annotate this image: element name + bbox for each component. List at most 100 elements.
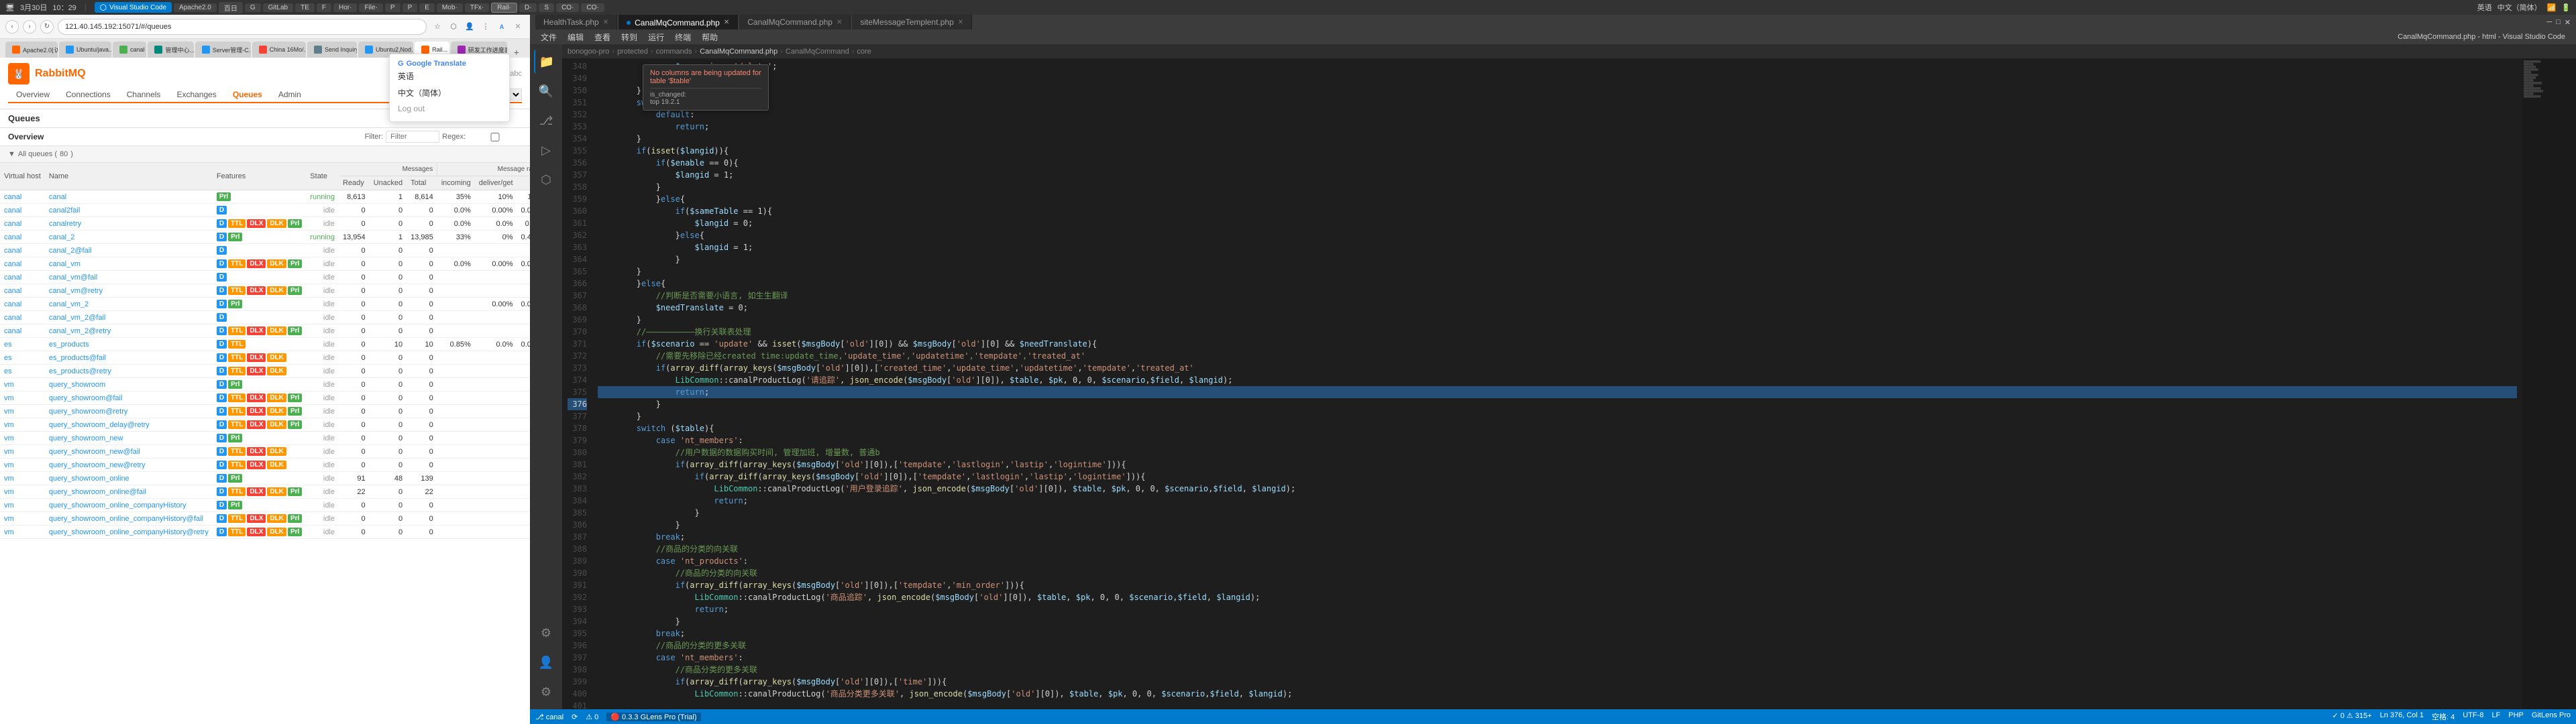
regex-checkbox[interactable]: [468, 133, 522, 141]
tab-apache[interactable]: Apache2.0⌊访: [5, 42, 58, 58]
tab-canal2-close[interactable]: ✕: [837, 19, 842, 26]
breadcrumb-commands[interactable]: commands: [656, 48, 692, 56]
status-gitlens[interactable]: 🔴 0.3.3 GLens Pro (Trial): [606, 713, 700, 721]
taskbar-item6[interactable]: Hor·: [333, 3, 357, 12]
taskbar-item1[interactable]: 百日: [219, 2, 243, 13]
nav-queues[interactable]: Queues: [225, 87, 270, 103]
close-icon[interactable]: ✕: [511, 20, 525, 34]
cell-name[interactable]: canal_vm@fail: [45, 271, 213, 284]
tab-manager[interactable]: 管理中心...: [148, 42, 193, 58]
lang-zh[interactable]: 中文（简体）: [2498, 2, 2542, 13]
taskbar-item3[interactable]: GitLab: [263, 3, 293, 12]
table-row[interactable]: vm query_showroom_online@fail D TTL DLX …: [0, 485, 530, 499]
maximize-button[interactable]: □: [2556, 18, 2561, 26]
tab-sitemessage[interactable]: siteMessageTemplent.php ✕: [852, 15, 972, 29]
table-row[interactable]: canal canal_vm_2@fail D idle 0 0 0: [0, 311, 530, 324]
cell-name[interactable]: es_products@retry: [45, 365, 213, 378]
tab-sitemessage-close[interactable]: ✕: [958, 19, 963, 26]
table-row[interactable]: es es_products@retry D TTL DLX DLK idle …: [0, 365, 530, 378]
remote-icon[interactable]: ⚙: [534, 621, 558, 645]
close-window-button[interactable]: ✕: [2565, 18, 2571, 27]
nav-connections[interactable]: Connections: [58, 87, 119, 103]
run-debug-icon[interactable]: ▷: [534, 138, 558, 162]
breadcrumb-protected[interactable]: protected: [617, 48, 648, 56]
cell-name[interactable]: query_showroom_online@fail: [45, 485, 213, 499]
tab-health[interactable]: HealthTask.php ✕: [535, 15, 617, 29]
status-errors[interactable]: ⚠ 0: [586, 713, 598, 721]
taskbar-item2[interactable]: G: [245, 3, 261, 12]
table-row[interactable]: es es_products@fail D TTL DLX DLK idle 0…: [0, 351, 530, 365]
table-row[interactable]: vm query_showroom_delay@retry D TTL DLX …: [0, 418, 530, 432]
tab-canal-close[interactable]: ✕: [724, 19, 729, 26]
table-row[interactable]: canal canal_vm_2@retry D TTL DLX DLK Prl…: [0, 324, 530, 338]
taskbar-item13[interactable]: D·: [519, 3, 537, 12]
all-queues-header[interactable]: ▼ All queues (80): [0, 146, 530, 163]
cell-name[interactable]: query_showroom_online: [45, 472, 213, 485]
extensions-icon[interactable]: ⬡: [447, 20, 460, 34]
cell-name[interactable]: canal_vm_2@fail: [45, 311, 213, 324]
code-content[interactable]: $scenario = 'delete'; } } switch ($langi…: [592, 59, 2522, 709]
cell-name[interactable]: query_showroom@retry: [45, 405, 213, 418]
menu-edit[interactable]: 编辑: [562, 29, 589, 44]
status-ln-col[interactable]: Ln 376, Col 1: [2380, 711, 2424, 722]
menu-view[interactable]: 查看: [589, 29, 616, 44]
menu-help[interactable]: 帮助: [696, 29, 723, 44]
cell-name[interactable]: canal_vm@retry: [45, 284, 213, 298]
new-tab-button[interactable]: +: [508, 47, 525, 58]
tab-canal[interactable]: canal: [113, 42, 146, 58]
settings-icon[interactable]: ⚙: [534, 680, 558, 704]
table-row[interactable]: canal canal2fail D idle 0 0 0 0.0% 0.00%…: [0, 204, 530, 217]
breadcrumb-method[interactable]: core: [857, 48, 871, 56]
menu-file[interactable]: 文件: [535, 29, 562, 44]
status-branch[interactable]: ⎇ canal: [535, 713, 564, 721]
menu-run[interactable]: 运行: [643, 29, 669, 44]
translate-item-en[interactable]: 英语: [398, 68, 501, 84]
cell-name[interactable]: query_showroom_new: [45, 432, 213, 445]
accounts-icon[interactable]: 👤: [534, 650, 558, 674]
cell-name[interactable]: query_showroom_online_companyHistory@fai…: [45, 512, 213, 526]
taskbar-item14[interactable]: S: [539, 3, 554, 12]
cell-name[interactable]: canal_2: [45, 231, 213, 244]
table-row[interactable]: canal canal_vm@fail D idle 0 0 0: [0, 271, 530, 284]
tab-ubuntu[interactable]: Ubuntu/java...: [59, 42, 111, 58]
forward-button[interactable]: ›: [23, 20, 36, 34]
table-row[interactable]: canal canal_vm@retry D TTL DLX DLK Prl i…: [0, 284, 530, 298]
table-row[interactable]: vm query_showroom_online_companyHistory@…: [0, 512, 530, 526]
cell-name[interactable]: query_showroom_delay@retry: [45, 418, 213, 432]
search-icon[interactable]: 🔍: [534, 79, 558, 103]
tab-server[interactable]: Server管理-C...: [195, 42, 251, 58]
table-row[interactable]: canal canalretry D TTL DLX DLK Prl idle …: [0, 217, 530, 231]
breadcrumb-bonogoo[interactable]: bonogoo-pro: [568, 48, 609, 56]
table-row[interactable]: canal canal_vm_2 D Prl idle 0 0 0 0.00% …: [0, 298, 530, 311]
reload-button[interactable]: ↻: [40, 20, 54, 34]
bookmark-icon[interactable]: ☆: [431, 20, 444, 34]
cell-name[interactable]: query_showroom@fail: [45, 391, 213, 405]
os-app-icon[interactable]: 🖥: [5, 3, 15, 12]
explorer-icon[interactable]: 📁: [534, 50, 558, 74]
tab-china[interactable]: China 16Mo/...: [252, 42, 306, 58]
minimize-button[interactable]: ─: [2546, 18, 2552, 26]
table-row[interactable]: vm query_showroom_new D Prl idle 0 0 0: [0, 432, 530, 445]
cell-name[interactable]: canal_vm_2@retry: [45, 324, 213, 338]
cell-name[interactable]: query_showroom_new@retry: [45, 459, 213, 472]
status-warnings[interactable]: ✓ 0 ⚠ 315+: [2332, 711, 2371, 722]
back-button[interactable]: ‹: [5, 20, 19, 34]
nav-overview[interactable]: Overview: [8, 87, 58, 103]
taskbar-item12[interactable]: TFx·: [465, 3, 490, 12]
url-bar[interactable]: 121.40.145.192:15071/#/queues: [58, 19, 427, 35]
table-row[interactable]: canal canal_2 D Prl running 13,954 1 13,…: [0, 231, 530, 244]
table-row[interactable]: es es_products D TTL idle 0 10 10 0.85% …: [0, 338, 530, 351]
extensions-icon[interactable]: ⬡: [534, 168, 558, 192]
taskbar-apache[interactable]: Apache2.0: [174, 3, 217, 12]
taskbar-item8[interactable]: P: [385, 3, 400, 12]
table-row[interactable]: vm query_showroom_online_companyHistory …: [0, 499, 530, 512]
menu-terminal[interactable]: 终端: [669, 29, 696, 44]
cell-name[interactable]: query_showroom_online_companyHistory: [45, 499, 213, 512]
cell-name[interactable]: query_showroom: [45, 378, 213, 391]
taskbar-item15[interactable]: CO·: [556, 3, 579, 12]
status-gitlens-right[interactable]: GitLens Pro: [2532, 711, 2571, 722]
table-row[interactable]: vm query_showroom@fail D TTL DLX DLK Prl…: [0, 391, 530, 405]
table-row[interactable]: canal canal_vm D TTL DLX DLK Prl idle 0 …: [0, 257, 530, 271]
taskbar-item7[interactable]: File·: [359, 3, 382, 12]
tab-send[interactable]: Send Inquiry: [307, 42, 357, 58]
